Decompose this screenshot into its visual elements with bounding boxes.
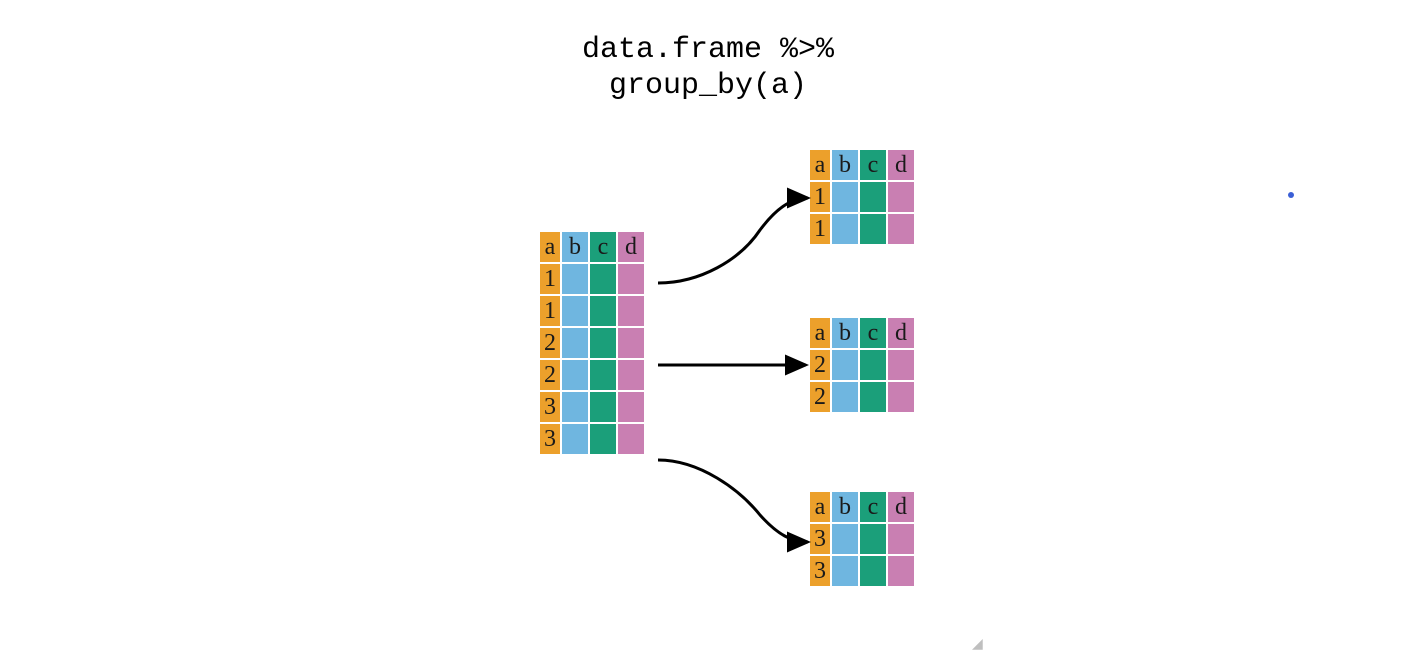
cell-c	[590, 424, 616, 454]
col-header-c: c	[860, 150, 886, 180]
col-header-d: d	[618, 232, 644, 262]
col-header-a: a	[810, 492, 830, 522]
cell-c	[860, 382, 886, 412]
table-row: 3	[540, 392, 644, 422]
table-row: 1	[810, 182, 914, 212]
cell-a: 2	[810, 382, 830, 412]
cell-a: 1	[540, 296, 560, 326]
col-header-a: a	[810, 318, 830, 348]
cell-b	[562, 360, 588, 390]
cell-a: 3	[540, 424, 560, 454]
table-row: 3	[810, 524, 914, 554]
table-row: 3	[810, 556, 914, 586]
cell-d	[888, 382, 914, 412]
cell-a: 3	[540, 392, 560, 422]
cell-b	[562, 296, 588, 326]
col-header-c: c	[860, 318, 886, 348]
cell-d	[888, 182, 914, 212]
code-line-2: group_by(a)	[0, 68, 1416, 104]
col-header-d: d	[888, 492, 914, 522]
cell-c	[590, 360, 616, 390]
cell-a: 1	[810, 214, 830, 244]
cell-b	[832, 556, 858, 586]
col-header-b: b	[832, 318, 858, 348]
cell-c	[590, 296, 616, 326]
cell-c	[590, 264, 616, 294]
arrow-to-group-3	[658, 460, 808, 542]
cell-a: 3	[810, 556, 830, 586]
table-row: 2	[810, 382, 914, 412]
table-row: 2	[540, 328, 644, 358]
cell-c	[860, 524, 886, 554]
cell-a: 1	[810, 182, 830, 212]
cell-c	[590, 392, 616, 422]
cell-d	[618, 424, 644, 454]
cell-d	[618, 360, 644, 390]
cell-b	[562, 392, 588, 422]
group-table-3: a b c d 3 3	[808, 490, 916, 588]
decorative-dot	[1288, 192, 1294, 198]
group-table-2: a b c d 2 2	[808, 316, 916, 414]
col-header-b: b	[562, 232, 588, 262]
col-header-a: a	[810, 150, 830, 180]
cell-d	[888, 214, 914, 244]
cell-a: 2	[540, 360, 560, 390]
col-header-c: c	[590, 232, 616, 262]
col-header-d: d	[888, 150, 914, 180]
cell-a: 3	[810, 524, 830, 554]
code-line-1: data.frame %>%	[0, 32, 1416, 68]
cell-c	[860, 182, 886, 212]
table-row: 2	[540, 360, 644, 390]
cell-a: 1	[540, 264, 560, 294]
cell-a: 2	[810, 350, 830, 380]
cell-b	[832, 350, 858, 380]
source-table: a b c d 1 1 2 2 3	[538, 230, 646, 456]
cell-c	[860, 556, 886, 586]
col-header-c: c	[860, 492, 886, 522]
cell-b	[562, 424, 588, 454]
cell-c	[860, 214, 886, 244]
cell-a: 2	[540, 328, 560, 358]
col-header-a: a	[540, 232, 560, 262]
diagram-stage: data.frame %>% group_by(a) a b c d 1 1 2	[0, 0, 1416, 672]
cell-d	[888, 350, 914, 380]
cell-b	[832, 382, 858, 412]
cell-c	[860, 350, 886, 380]
cell-d	[618, 296, 644, 326]
col-header-b: b	[832, 150, 858, 180]
group-table-1: a b c d 1 1	[808, 148, 916, 246]
cell-d	[618, 392, 644, 422]
table-row: 1	[810, 214, 914, 244]
cell-b	[832, 182, 858, 212]
table-row: 1	[540, 264, 644, 294]
col-header-b: b	[832, 492, 858, 522]
table-header-row: a b c d	[810, 318, 914, 348]
cell-b	[562, 264, 588, 294]
table-row: 3	[540, 424, 644, 454]
cell-c	[590, 328, 616, 358]
cell-d	[618, 264, 644, 294]
table-row: 2	[810, 350, 914, 380]
resize-grip-icon: ◢	[972, 636, 983, 653]
cell-b	[832, 214, 858, 244]
arrow-to-group-1	[658, 198, 808, 283]
table-header-row: a b c d	[810, 492, 914, 522]
table-header-row: a b c d	[540, 232, 644, 262]
table-header-row: a b c d	[810, 150, 914, 180]
cell-b	[832, 524, 858, 554]
col-header-d: d	[888, 318, 914, 348]
cell-b	[562, 328, 588, 358]
cell-d	[888, 556, 914, 586]
cell-d	[618, 328, 644, 358]
table-row: 1	[540, 296, 644, 326]
cell-d	[888, 524, 914, 554]
